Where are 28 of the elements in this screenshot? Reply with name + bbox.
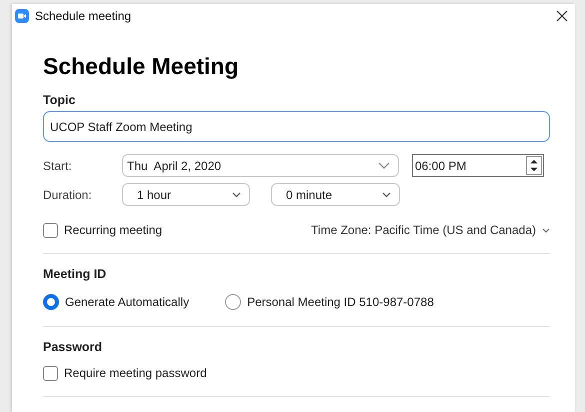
topic-label: Topic: [43, 92, 76, 108]
meeting-id-label: Meeting ID: [43, 266, 108, 282]
require-password-label: Require meeting password: [64, 365, 207, 382]
radio-button[interactable]: [225, 294, 242, 310]
recurring-checkbox[interactable]: [43, 222, 58, 238]
start-label: Start:: [43, 158, 73, 174]
close-button[interactable]: [555, 9, 569, 23]
dialog-heading: Schedule Meeting: [43, 52, 240, 80]
caret-icon: [232, 192, 241, 198]
camera-logo-icon: [15, 9, 29, 23]
time-zone-dropdown[interactable]: Time Zone: Pacific Time (US and Canada): [311, 221, 550, 239]
spin-arrows-icon[interactable]: [526, 156, 542, 175]
caret-icon: [382, 192, 391, 198]
password-label: Password: [43, 339, 104, 355]
date-dropdown[interactable]: Thu April 2, 2020: [122, 154, 399, 177]
caret-icon: [378, 162, 390, 170]
radio-label: Personal Meeting ID 510-987-0788: [247, 294, 434, 311]
window-title: Schedule meeting: [35, 8, 132, 25]
password-checkbox[interactable]: [43, 366, 58, 380]
caret-icon: [542, 228, 550, 232]
duration-label: Duration:: [43, 186, 93, 204]
minutes-dropdown[interactable]: 0 minute: [271, 183, 400, 206]
recurring-label: Recurring meeting: [64, 222, 162, 239]
topic-field[interactable]: UCOP Staff Zoom Meeting: [43, 111, 550, 142]
radio-label: Generate Automatically: [65, 294, 190, 311]
hours-dropdown[interactable]: 1 hour: [122, 183, 250, 206]
time-field[interactable]: 06:00 PM: [412, 154, 544, 177]
radio-button[interactable]: [43, 294, 59, 310]
